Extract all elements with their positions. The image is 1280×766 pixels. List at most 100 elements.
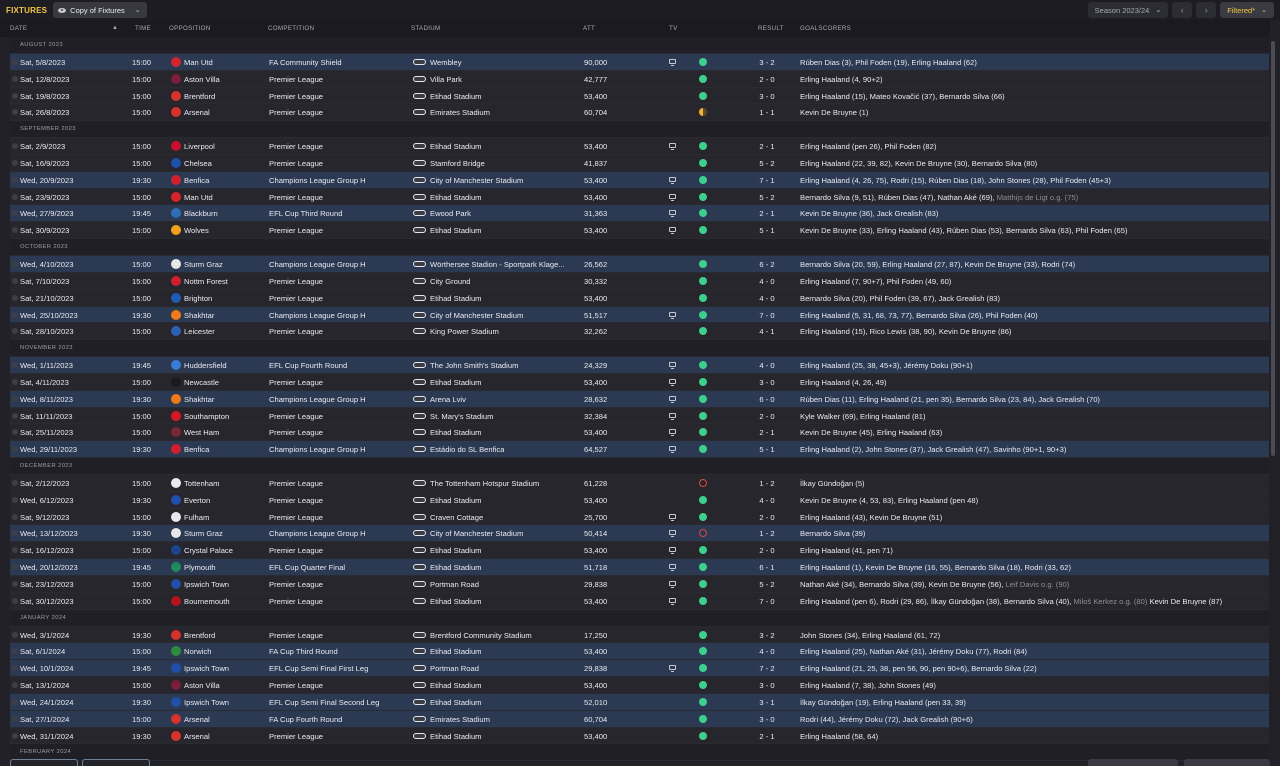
prev-season-button[interactable]: ‹ bbox=[1172, 2, 1193, 18]
fixture-opposition[interactable]: Crystal Palace bbox=[184, 546, 233, 555]
fixture-opposition[interactable]: Ipswich Town bbox=[184, 698, 229, 707]
fixture-result[interactable]: 5 - 2 bbox=[752, 159, 782, 168]
fixture-row[interactable]: Sat, 5/8/2023 15:00 Man Utd FA Community Sh… bbox=[10, 53, 1269, 71]
fixture-opposition[interactable]: Huddersfield bbox=[184, 361, 227, 370]
scrollbar[interactable] bbox=[1270, 37, 1276, 766]
fixture-opposition[interactable]: Norwich bbox=[184, 647, 211, 656]
fixture-competition[interactable]: Premier League bbox=[269, 277, 323, 286]
fixture-stadium[interactable]: Craven Cottage bbox=[430, 513, 483, 522]
column-tv[interactable]: TV bbox=[669, 25, 678, 32]
fixture-opposition[interactable]: Brentford bbox=[184, 92, 215, 101]
fixture-result[interactable]: 3 - 0 bbox=[752, 92, 782, 101]
fixture-stadium[interactable]: Etihad Stadium bbox=[430, 428, 482, 437]
fixture-result[interactable]: 3 - 0 bbox=[752, 378, 782, 387]
bottom-button-3[interactable] bbox=[1088, 759, 1178, 766]
view-selector[interactable]: Copy of Fixtures ⌄ bbox=[53, 2, 147, 18]
fixture-opposition[interactable]: Benfica bbox=[184, 176, 209, 185]
fixture-stadium[interactable]: Wörthersee Stadion - Sportpark Klage... bbox=[430, 260, 565, 269]
fixture-competition[interactable]: Premier League bbox=[269, 108, 323, 117]
fixture-row[interactable]: Sat, 4/11/2023 15:00 Newcastle Premier Leag… bbox=[10, 373, 1269, 391]
fixture-row[interactable]: Sat, 28/10/2023 15:00 Leicester Premier Lea… bbox=[10, 323, 1269, 341]
fixture-competition[interactable]: Premier League bbox=[269, 631, 323, 640]
fixture-competition[interactable]: Champions League Group H bbox=[269, 311, 366, 320]
fixture-row[interactable]: Wed, 25/10/2023 19:30 Shakhtar Champions Le… bbox=[10, 306, 1269, 324]
fixture-stadium[interactable]: Etihad Stadium bbox=[430, 681, 482, 690]
column-result[interactable]: RESULT bbox=[758, 25, 784, 32]
fixture-stadium[interactable]: Etihad Stadium bbox=[430, 226, 482, 235]
fixture-row[interactable]: Sat, 21/10/2023 15:00 Brighton Premier Leag… bbox=[10, 289, 1269, 307]
fixture-opposition[interactable]: Shakhtar bbox=[184, 395, 214, 404]
column-competition[interactable]: COMPETITION bbox=[268, 25, 314, 32]
fixture-competition[interactable]: EFL Cup Quarter Final bbox=[269, 563, 345, 572]
column-date[interactable]: DATE bbox=[10, 25, 27, 32]
fixture-stadium[interactable]: Emirates Stadium bbox=[430, 715, 490, 724]
column-stadium[interactable]: STADIUM bbox=[411, 25, 440, 32]
fixture-stadium[interactable]: Estádio do SL Benfica bbox=[430, 445, 504, 454]
fixture-competition[interactable]: Champions League Group H bbox=[269, 260, 366, 269]
fixture-stadium[interactable]: Etihad Stadium bbox=[430, 378, 482, 387]
fixture-stadium[interactable]: Etihad Stadium bbox=[430, 732, 482, 741]
fixture-competition[interactable]: FA Cup Third Round bbox=[269, 647, 338, 656]
fixture-result[interactable]: 6 - 0 bbox=[752, 395, 782, 404]
fixture-stadium[interactable]: Wembley bbox=[430, 58, 462, 67]
fixture-stadium[interactable]: St. Mary's Stadium bbox=[430, 412, 493, 421]
fixture-row[interactable]: Wed, 20/12/2023 19:45 Plymouth EFL Cup Quar… bbox=[10, 559, 1269, 576]
fixture-stadium[interactable]: King Power Stadium bbox=[430, 327, 499, 336]
fixture-opposition[interactable]: Ipswich Town bbox=[184, 580, 229, 589]
fixture-competition[interactable]: Premier League bbox=[269, 92, 323, 101]
fixture-competition[interactable]: Premier League bbox=[269, 546, 323, 555]
fixture-opposition[interactable]: Leicester bbox=[184, 327, 215, 336]
fixture-stadium[interactable]: Etihad Stadium bbox=[430, 563, 482, 572]
fixture-result[interactable]: 4 - 0 bbox=[752, 277, 782, 286]
fixture-stadium[interactable]: Stamford Bridge bbox=[430, 159, 485, 168]
fixture-row[interactable]: Wed, 20/9/2023 19:30 Benfica Champions Leag… bbox=[10, 171, 1269, 189]
fixture-opposition[interactable]: Benfica bbox=[184, 445, 209, 454]
fixture-result[interactable]: 2 - 1 bbox=[752, 209, 782, 218]
fixture-opposition[interactable]: Brighton bbox=[184, 294, 212, 303]
fixture-stadium[interactable]: Etihad Stadium bbox=[430, 294, 482, 303]
fixture-result[interactable]: 3 - 0 bbox=[752, 715, 782, 724]
fixture-competition[interactable]: Premier League bbox=[269, 732, 323, 741]
fixture-result[interactable]: 7 - 0 bbox=[752, 597, 782, 606]
fixture-stadium[interactable]: The John Smith's Stadium bbox=[430, 361, 518, 370]
fixture-competition[interactable]: Premier League bbox=[269, 193, 323, 202]
fixture-stadium[interactable]: The Tottenham Hotspur Stadium bbox=[430, 479, 539, 488]
column-time[interactable]: TIME bbox=[135, 25, 151, 32]
fixture-result[interactable]: 6 - 1 bbox=[752, 563, 782, 572]
fixture-row[interactable]: Sat, 7/10/2023 15:00 Nottm Forest Premier L… bbox=[10, 272, 1269, 290]
fixture-opposition[interactable]: Southampton bbox=[184, 412, 229, 421]
fixture-stadium[interactable]: City of Manchester Stadium bbox=[430, 529, 523, 538]
bottom-button-4[interactable] bbox=[1184, 759, 1270, 766]
fixture-stadium[interactable]: Etihad Stadium bbox=[430, 647, 482, 656]
fixture-result[interactable]: 2 - 1 bbox=[752, 428, 782, 437]
fixture-result[interactable]: 5 - 1 bbox=[752, 226, 782, 235]
fixture-result[interactable]: 1 - 2 bbox=[752, 479, 782, 488]
fixture-competition[interactable]: Premier League bbox=[269, 226, 323, 235]
bottom-button-1[interactable] bbox=[10, 759, 78, 766]
fixture-competition[interactable]: Premier League bbox=[269, 412, 323, 421]
fixture-row[interactable]: Sat, 23/12/2023 15:00 Ipswich Town Premier … bbox=[10, 576, 1269, 593]
fixture-row[interactable]: Sat, 23/9/2023 15:00 Man Utd Premier League… bbox=[10, 188, 1269, 206]
fixture-stadium[interactable]: City of Manchester Stadium bbox=[430, 176, 523, 185]
fixture-competition[interactable]: Premier League bbox=[269, 294, 323, 303]
fixture-row[interactable]: Sat, 11/11/2023 15:00 Southampton Premier L… bbox=[10, 407, 1269, 425]
fixture-opposition[interactable]: Arsenal bbox=[184, 732, 210, 741]
fixture-stadium[interactable]: Etihad Stadium bbox=[430, 546, 482, 555]
fixture-row[interactable]: Sat, 13/1/2024 15:00 Aston Villa Premier Le… bbox=[10, 677, 1269, 694]
fixture-opposition[interactable]: Shakhtar bbox=[184, 311, 214, 320]
fixture-opposition[interactable]: Nottm Forest bbox=[184, 277, 228, 286]
fixture-result[interactable]: 4 - 0 bbox=[752, 294, 782, 303]
fixture-competition[interactable]: FA Community Shield bbox=[269, 58, 342, 67]
fixture-result[interactable]: 5 - 2 bbox=[752, 580, 782, 589]
filter-button[interactable]: Filtered* ⌄ bbox=[1220, 2, 1274, 18]
fixture-result[interactable]: 4 - 0 bbox=[752, 496, 782, 505]
fixture-stadium[interactable]: City Ground bbox=[430, 277, 471, 286]
fixture-stadium[interactable]: Etihad Stadium bbox=[430, 142, 482, 151]
fixture-row[interactable]: Wed, 31/1/2024 19:30 Arsenal Premier League… bbox=[10, 727, 1269, 745]
fixture-row[interactable]: Sat, 19/8/2023 15:00 Brentford Premier Leag… bbox=[10, 87, 1269, 105]
fixture-opposition[interactable]: Arsenal bbox=[184, 715, 210, 724]
fixture-row[interactable]: Wed, 1/11/2023 19:45 Huddersfield EFL Cup F… bbox=[10, 357, 1269, 374]
fixture-competition[interactable]: Champions League Group H bbox=[269, 445, 366, 454]
column-opposition[interactable]: OPPOSITION bbox=[169, 25, 211, 32]
fixture-stadium[interactable]: Ewood Park bbox=[430, 209, 471, 218]
